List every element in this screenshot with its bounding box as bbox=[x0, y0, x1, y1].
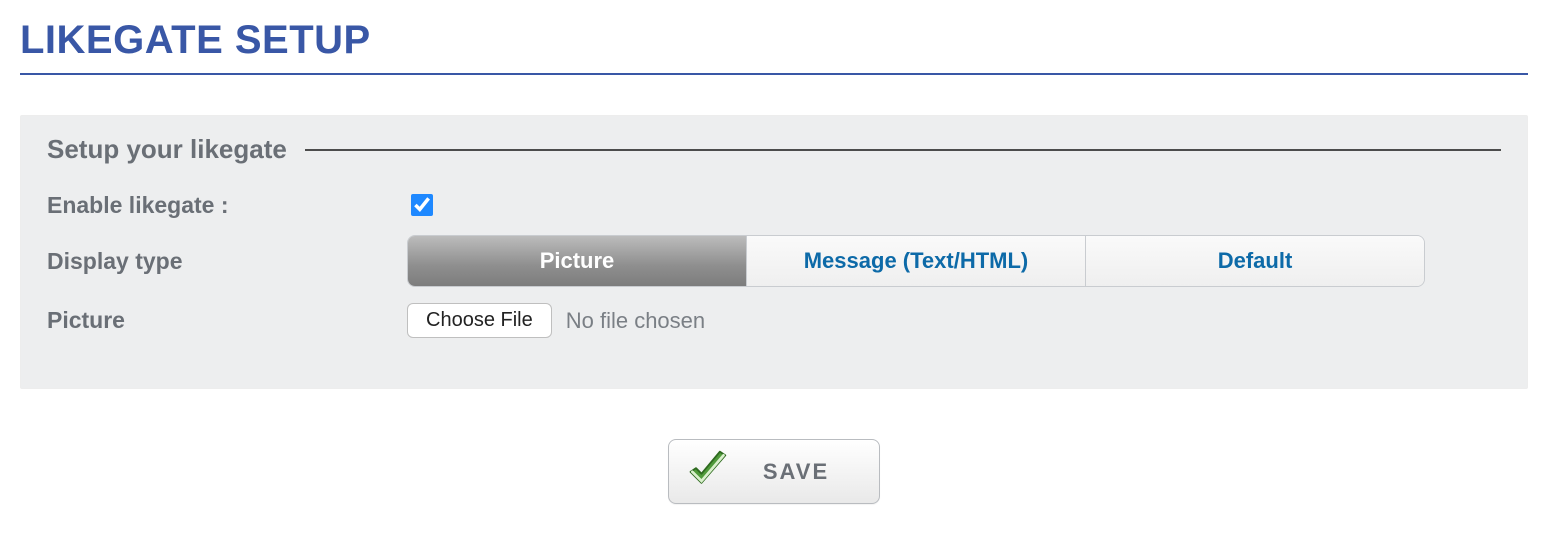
label-picture: Picture bbox=[47, 307, 407, 334]
display-type-segmented: Picture Message (Text/HTML) Default bbox=[407, 235, 1425, 287]
page-title: LIKEGATE SETUP bbox=[20, 18, 1528, 75]
display-type-option-message[interactable]: Message (Text/HTML) bbox=[746, 236, 1085, 286]
panel-legend: Setup your likegate bbox=[47, 134, 287, 165]
panel-legend-row: Setup your likegate bbox=[47, 134, 1501, 165]
panel-legend-line bbox=[305, 149, 1501, 151]
save-row: SAVE bbox=[20, 439, 1528, 504]
row-display-type: Display type Picture Message (Text/HTML)… bbox=[47, 235, 1501, 287]
file-chosen-status: No file chosen bbox=[566, 308, 705, 334]
save-button-label: SAVE bbox=[763, 459, 829, 485]
row-enable-likegate: Enable likegate : bbox=[47, 191, 1501, 219]
picture-file-wrap: Choose File No file chosen bbox=[407, 303, 705, 338]
checkmark-icon bbox=[685, 448, 729, 495]
display-type-option-picture[interactable]: Picture bbox=[408, 236, 746, 286]
label-enable-likegate: Enable likegate : bbox=[47, 192, 407, 219]
likegate-panel: Setup your likegate Enable likegate : Di… bbox=[20, 115, 1528, 389]
choose-file-button[interactable]: Choose File bbox=[407, 303, 552, 338]
display-type-option-default[interactable]: Default bbox=[1085, 236, 1424, 286]
row-picture: Picture Choose File No file chosen bbox=[47, 303, 1501, 338]
save-button[interactable]: SAVE bbox=[668, 439, 880, 504]
enable-likegate-checkbox[interactable] bbox=[411, 194, 433, 216]
label-display-type: Display type bbox=[47, 248, 407, 275]
